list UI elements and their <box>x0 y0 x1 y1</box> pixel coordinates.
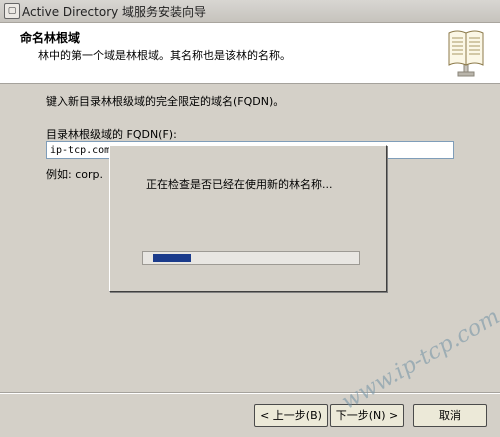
back-button[interactable]: < 上一步(B) <box>254 404 328 427</box>
instruction-text: 键入新目录林根级域的完全限定的域名(FQDN)。 <box>46 95 285 108</box>
page-subtitle: 林中的第一个域是林根域。其名称也是该林的名称。 <box>38 49 291 62</box>
button-separator <box>0 392 500 394</box>
progress-fill <box>153 254 191 262</box>
wizard-header: 命名林根域 林中的第一个域是林根域。其名称也是该林的名称。 <box>0 23 500 84</box>
fqdn-label: 目录林根级域的 FQDN(F): <box>46 128 177 141</box>
window-title: Active Directory 域服务安装向导 <box>22 5 207 19</box>
next-button[interactable]: 下一步(N) > <box>330 404 404 427</box>
app-icon[interactable]: ▢ <box>4 3 20 19</box>
progress-bar <box>142 251 360 265</box>
watermark: www.ip-tcp.com <box>337 304 500 415</box>
progress-message: 正在检查是否已经在使用新的林名称... <box>146 178 333 191</box>
page-title: 命名林根域 <box>20 31 81 45</box>
title-bar: ▢ Active Directory 域服务安装向导 <box>0 0 500 23</box>
cancel-button[interactable]: 取消 <box>413 404 487 427</box>
open-book-icon <box>448 30 484 77</box>
progress-dialog: 正在检查是否已经在使用新的林名称... <box>109 145 387 292</box>
example-text: 例如: corp. <box>46 168 103 181</box>
